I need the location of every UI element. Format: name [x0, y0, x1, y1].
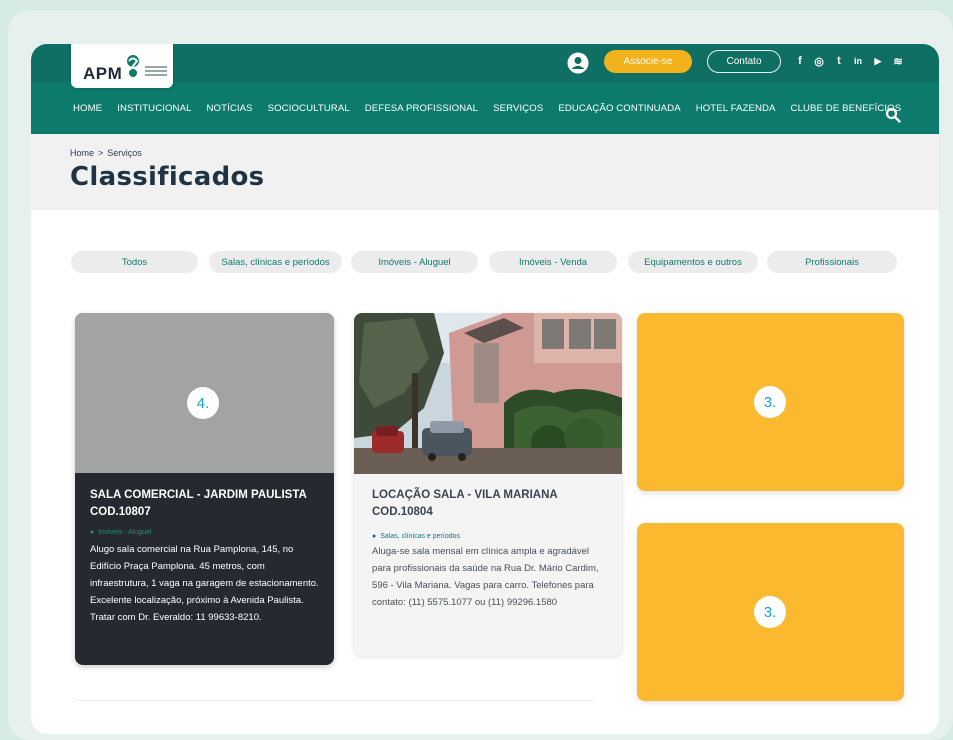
- logo-text: APM: [83, 64, 123, 83]
- main-nav: HOME INSTITUCIONAL NOTÍCIAS SOCIOCULTURA…: [73, 82, 916, 134]
- card-category[interactable]: ● Imóveis - Aluguel: [90, 529, 152, 536]
- page-viewport: APM Associe-se Contato f ◎ t in ▶ ≋ HOME…: [31, 44, 939, 734]
- logo-mark-icon: [127, 55, 139, 77]
- contato-button[interactable]: Contato: [707, 50, 781, 73]
- associe-se-button[interactable]: Associe-se: [604, 50, 692, 73]
- nav-item-sociocultural[interactable]: SOCIOCULTURAL: [268, 103, 350, 114]
- annotation-badge: 3.: [754, 386, 786, 418]
- breadcrumb: Home > Serviços: [70, 148, 142, 158]
- youtube-icon[interactable]: ▶: [871, 54, 885, 68]
- card-title: LOCAÇÃO SALA - VILA MARIANA COD.10804: [372, 489, 558, 518]
- twitter-icon[interactable]: t: [832, 54, 846, 68]
- classified-card-sala-comercial[interactable]: 4. SALA COMERCIAL - JARDIM PAULISTA COD.…: [75, 313, 334, 665]
- classified-card-locacao-sala[interactable]: LOCAÇÃO SALA - VILA MARIANA COD.10804 ● …: [354, 313, 622, 656]
- card-description: Alugo sala comercial na Rua Pamplona, 14…: [90, 544, 319, 623]
- annotation-badge: 4.: [187, 387, 219, 419]
- nav-item-institucional[interactable]: INSTITUCIONAL: [117, 103, 191, 114]
- filter-equipamentos[interactable]: Equipamentos e outros: [628, 251, 758, 273]
- tag-icon: ●: [90, 529, 95, 536]
- linkedin-icon[interactable]: in: [851, 54, 865, 68]
- annotation-badge: 3.: [754, 596, 786, 628]
- spotify-icon[interactable]: ≋: [891, 54, 905, 68]
- filter-imoveis-venda[interactable]: Imóveis - Venda: [489, 251, 617, 273]
- nav-item-educacao-continuada[interactable]: EDUCAÇÃO CONTINUADA: [558, 103, 680, 114]
- instagram-icon[interactable]: ◎: [812, 54, 826, 68]
- placeholder-card-2[interactable]: 3.: [637, 523, 904, 701]
- filter-salas-clinicas[interactable]: Salas, clínicas e períodos: [209, 251, 342, 273]
- nav-item-home[interactable]: HOME: [73, 103, 102, 114]
- logo-subtitle: [145, 66, 169, 76]
- filter-todos[interactable]: Todos: [71, 251, 198, 273]
- filter-profissionais[interactable]: Profissionais: [767, 251, 897, 273]
- nav-item-hotel-fazenda[interactable]: HOTEL FAZENDA: [696, 103, 776, 114]
- card-category[interactable]: ● Salas, clínicas e períodos: [372, 533, 460, 540]
- tag-icon: ●: [372, 533, 377, 540]
- breadcrumb-current[interactable]: Serviços: [107, 148, 142, 158]
- card-description: Aluga-se sala mensal em clínica ampla e …: [372, 546, 599, 608]
- breadcrumb-home[interactable]: Home: [70, 148, 94, 158]
- card-photo-image: [354, 313, 622, 474]
- nav-item-noticias[interactable]: NOTÍCIAS: [207, 103, 253, 114]
- breadcrumb-separator: >: [98, 148, 104, 158]
- card-title: SALA COMERCIAL - JARDIM PAULISTA COD.108…: [90, 489, 307, 518]
- divider: [75, 700, 595, 701]
- placeholder-card-1[interactable]: 3.: [637, 313, 904, 491]
- nav-item-defesa-profissional[interactable]: DEFESA PROFISSIONAL: [365, 103, 478, 114]
- search-icon[interactable]: [885, 107, 901, 123]
- user-account-icon[interactable]: [567, 52, 589, 74]
- filter-imoveis-aluguel[interactable]: Imóveis - Aluguel: [351, 251, 478, 273]
- page-title: Classificados: [70, 162, 265, 192]
- facebook-icon[interactable]: f: [793, 54, 807, 68]
- nav-item-servicos[interactable]: SERVIÇOS: [493, 103, 543, 114]
